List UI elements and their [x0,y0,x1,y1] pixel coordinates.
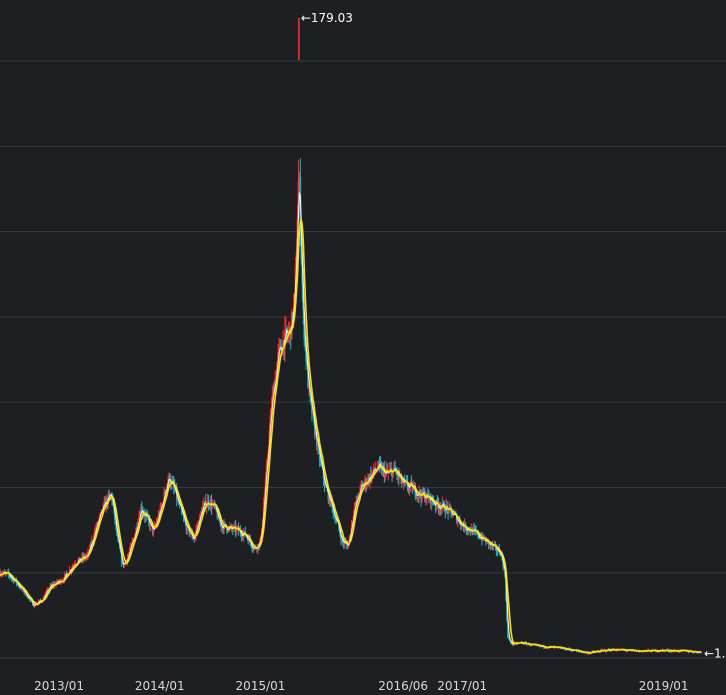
x-tick-label: 2017/01 [437,679,487,693]
x-tick-label: 2019/01 [639,679,689,693]
x-tick-label: 2016/06 [378,679,428,693]
x-tick-label: 2014/01 [135,679,185,693]
chart-background [0,0,726,695]
stock-chart: ←179.03 ←1.65 2013/01 2014/01 2015/01 2016/0… [0,0,726,695]
max-annotation: ←179.03 [301,11,353,25]
x-tick-label: 2013/01 [34,679,84,693]
last-annotation: ←1.65 [704,646,726,660]
chart-canvas: ←179.03 ←1.65 2013/01 2014/01 2015/01 2016/0… [0,0,726,695]
x-tick-label: 2015/01 [236,679,286,693]
